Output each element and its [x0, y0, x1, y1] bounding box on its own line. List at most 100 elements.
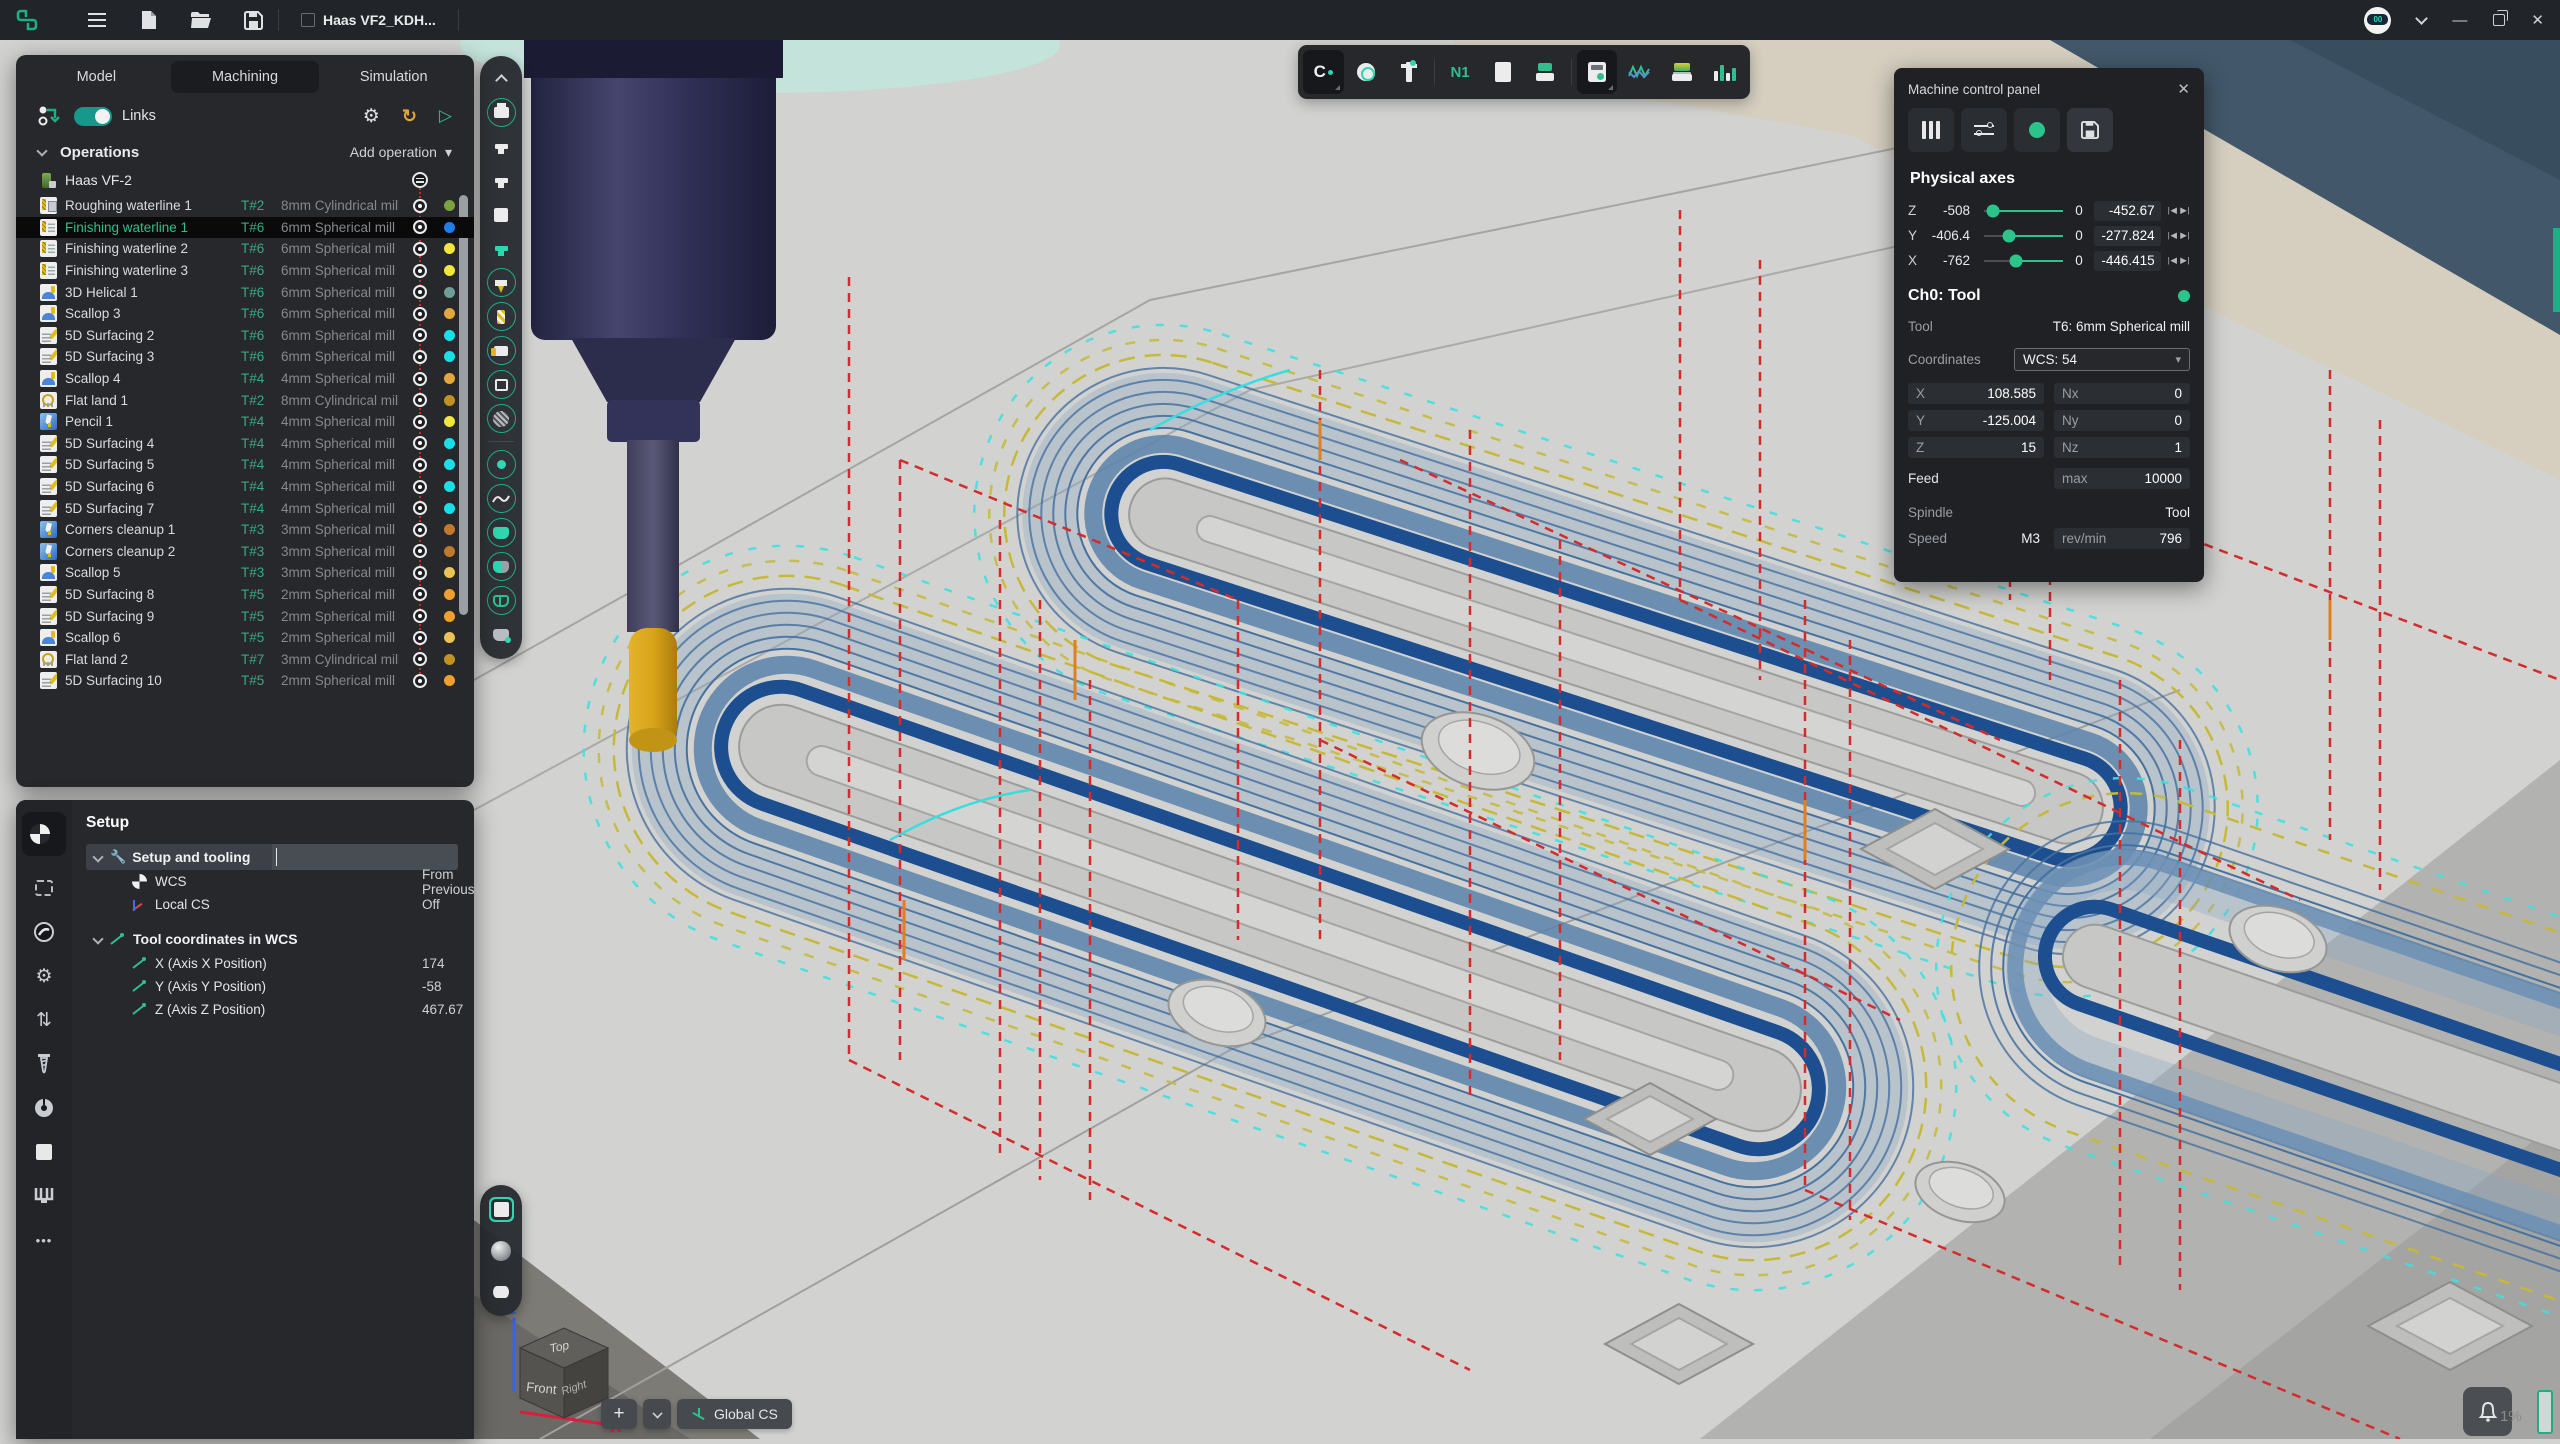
camera-view-button[interactable]	[487, 1277, 516, 1306]
operation-color-dot[interactable]	[444, 200, 455, 211]
fit-view-button[interactable]	[487, 1195, 516, 1224]
tab-model[interactable]: Model	[22, 61, 171, 93]
operation-row[interactable]: Finishing waterline 2 T#6 6mm Spherical …	[16, 238, 474, 260]
operation-color-dot[interactable]	[444, 287, 455, 298]
operation-visibility-toggle[interactable]	[413, 523, 427, 537]
operation-color-dot[interactable]	[444, 416, 455, 427]
mcp-settings-button[interactable]	[1961, 108, 2007, 152]
operation-row[interactable]: 5D Surfacing 4 T#4 4mm Spherical mill	[16, 433, 474, 455]
user-avatar[interactable]: 00	[2364, 7, 2391, 34]
show-spindle-a-button[interactable]	[487, 132, 516, 161]
operation-visibility-toggle[interactable]	[413, 307, 427, 321]
operation-visibility-toggle[interactable]	[413, 609, 427, 623]
operation-color-dot[interactable]	[444, 265, 455, 276]
operation-visibility-toggle[interactable]	[413, 652, 427, 666]
operation-color-dot[interactable]	[444, 308, 455, 319]
show-fixture-hatch-button[interactable]	[487, 404, 516, 433]
operation-row[interactable]: 5D Surfacing 8 T#5 2mm Spherical mill	[16, 584, 474, 606]
wcs-row[interactable]: WCS From Previous	[86, 870, 458, 893]
statistics-button[interactable]	[1704, 50, 1745, 94]
axis-z-row[interactable]: Z (Axis Z Position) 467.67	[86, 998, 458, 1021]
operation-row[interactable]: 5D Surfacing 5 T#4 4mm Spherical mill	[16, 454, 474, 476]
operation-row[interactable]: Roughing waterline 1 T#2 8mm Cylindrical…	[16, 195, 474, 217]
operation-color-dot[interactable]	[444, 351, 455, 362]
operation-visibility-toggle[interactable]	[413, 393, 427, 407]
operation-row[interactable]: Scallop 6 T#5 2mm Spherical mill	[16, 627, 474, 649]
operation-visibility-toggle[interactable]	[413, 285, 427, 299]
axis-y-row[interactable]: Y (Axis Y Position) -58	[86, 975, 458, 998]
operation-row[interactable]: 5D Surfacing 6 T#4 4mm Spherical mill	[16, 476, 474, 498]
document-view-button[interactable]	[1482, 50, 1523, 94]
axis-slider[interactable]	[1984, 235, 2063, 237]
show-rest-material-button[interactable]	[487, 552, 516, 581]
operation-row[interactable]: Scallop 5 T#3 3mm Spherical mill	[16, 562, 474, 584]
document-tab[interactable]: Haas VF2_KDH...	[287, 12, 450, 28]
add-cs-button[interactable]: +	[601, 1399, 637, 1429]
operation-row[interactable]: Scallop 4 T#4 4mm Spherical mill	[16, 368, 474, 390]
show-stock-button[interactable]	[487, 200, 516, 229]
operations-settings-icon[interactable]: ⚙	[363, 105, 380, 128]
machine-visibility-menu-icon[interactable]	[412, 172, 428, 188]
operation-visibility-toggle[interactable]	[413, 415, 427, 429]
mcp-close-icon[interactable]: ✕	[2177, 80, 2190, 98]
operation-color-dot[interactable]	[444, 654, 455, 665]
operation-row[interactable]: 5D Surfacing 2 T#6 6mm Spherical mill	[16, 325, 474, 347]
restore-window-button[interactable]	[2493, 14, 2505, 26]
operation-color-dot[interactable]	[444, 243, 455, 254]
operation-row[interactable]: 3D Helical 1 T#6 6mm Spherical mill	[16, 281, 474, 303]
show-machine-frame-button[interactable]	[487, 370, 516, 399]
operation-color-dot[interactable]	[444, 589, 455, 600]
operation-row[interactable]: Finishing waterline 1 T#6 6mm Spherical …	[16, 217, 474, 239]
sidebar-item-gauge[interactable]	[32, 1096, 56, 1120]
show-machine-head-button[interactable]	[487, 98, 516, 127]
axis-current-value[interactable]: -277.824	[2094, 226, 2161, 246]
operation-row[interactable]: 5D Surfacing 10 T#5 2mm Spherical mill	[16, 670, 474, 692]
mcp-record-button[interactable]	[2014, 108, 2060, 152]
operation-visibility-toggle[interactable]	[413, 631, 427, 645]
snap-tool-button[interactable]: C	[1303, 50, 1344, 94]
nc-program-button[interactable]: N1	[1440, 50, 1481, 94]
tab-machining[interactable]: Machining	[171, 61, 320, 93]
normal-field[interactable]: Nz1	[2054, 437, 2190, 458]
user-menu-chevron-icon[interactable]	[2416, 12, 2429, 25]
sidebar-item-wcs[interactable]	[22, 812, 66, 856]
normal-field[interactable]: Nx0	[2054, 383, 2190, 404]
tab-simulation[interactable]: Simulation	[319, 61, 468, 93]
main-menu-button[interactable]	[80, 6, 114, 34]
mcp-save-state-button[interactable]	[2067, 108, 2113, 152]
caliper-button[interactable]	[1388, 50, 1429, 94]
operation-visibility-toggle[interactable]	[413, 328, 427, 342]
new-file-button[interactable]	[132, 6, 166, 34]
operation-row[interactable]: 5D Surfacing 9 T#5 2mm Spherical mill	[16, 605, 474, 627]
axis-current-value[interactable]: -446.415	[2094, 251, 2161, 271]
operation-color-dot[interactable]	[444, 675, 455, 686]
operation-row[interactable]: 5D Surfacing 7 T#4 4mm Spherical mill	[16, 497, 474, 519]
save-button[interactable]	[236, 6, 270, 34]
operation-color-dot[interactable]	[444, 546, 455, 557]
coordinate-field[interactable]: X108.585	[1908, 383, 2044, 404]
operation-visibility-toggle[interactable]	[413, 480, 427, 494]
recalculate-icon[interactable]: ↻	[402, 106, 417, 127]
operation-color-dot[interactable]	[444, 459, 455, 470]
control-panel-button[interactable]	[1577, 50, 1618, 94]
operation-visibility-toggle[interactable]	[413, 501, 427, 515]
operation-visibility-toggle[interactable]	[413, 264, 427, 278]
operation-row[interactable]: Flat land 1 T#2 8mm Cylindrical mill	[16, 389, 474, 411]
operation-visibility-toggle[interactable]	[413, 566, 427, 580]
show-spindle-b-button[interactable]	[487, 166, 516, 195]
operation-row[interactable]: Corners cleanup 2 T#3 3mm Spherical mill	[16, 541, 474, 563]
axis-step-buttons[interactable]: |◀ ▶|	[2168, 230, 2190, 241]
operation-visibility-toggle[interactable]	[413, 220, 427, 234]
show-mesh-button[interactable]	[487, 586, 516, 615]
axis-slider[interactable]	[1984, 210, 2063, 212]
operation-color-dot[interactable]	[444, 567, 455, 578]
graphs-button[interactable]	[1619, 50, 1660, 94]
axis-x-row[interactable]: X (Axis X Position) 174	[86, 952, 458, 975]
run-simulation-icon[interactable]: ▷	[439, 106, 452, 126]
sidebar-item-more[interactable]: •••	[32, 1228, 56, 1252]
sidebar-item-stock[interactable]	[32, 876, 56, 900]
group-chevron-icon[interactable]	[92, 933, 103, 944]
add-operation-button[interactable]: Add operation ▾	[350, 144, 452, 161]
show-points-button[interactable]	[487, 450, 516, 479]
operation-visibility-toggle[interactable]	[413, 372, 427, 386]
